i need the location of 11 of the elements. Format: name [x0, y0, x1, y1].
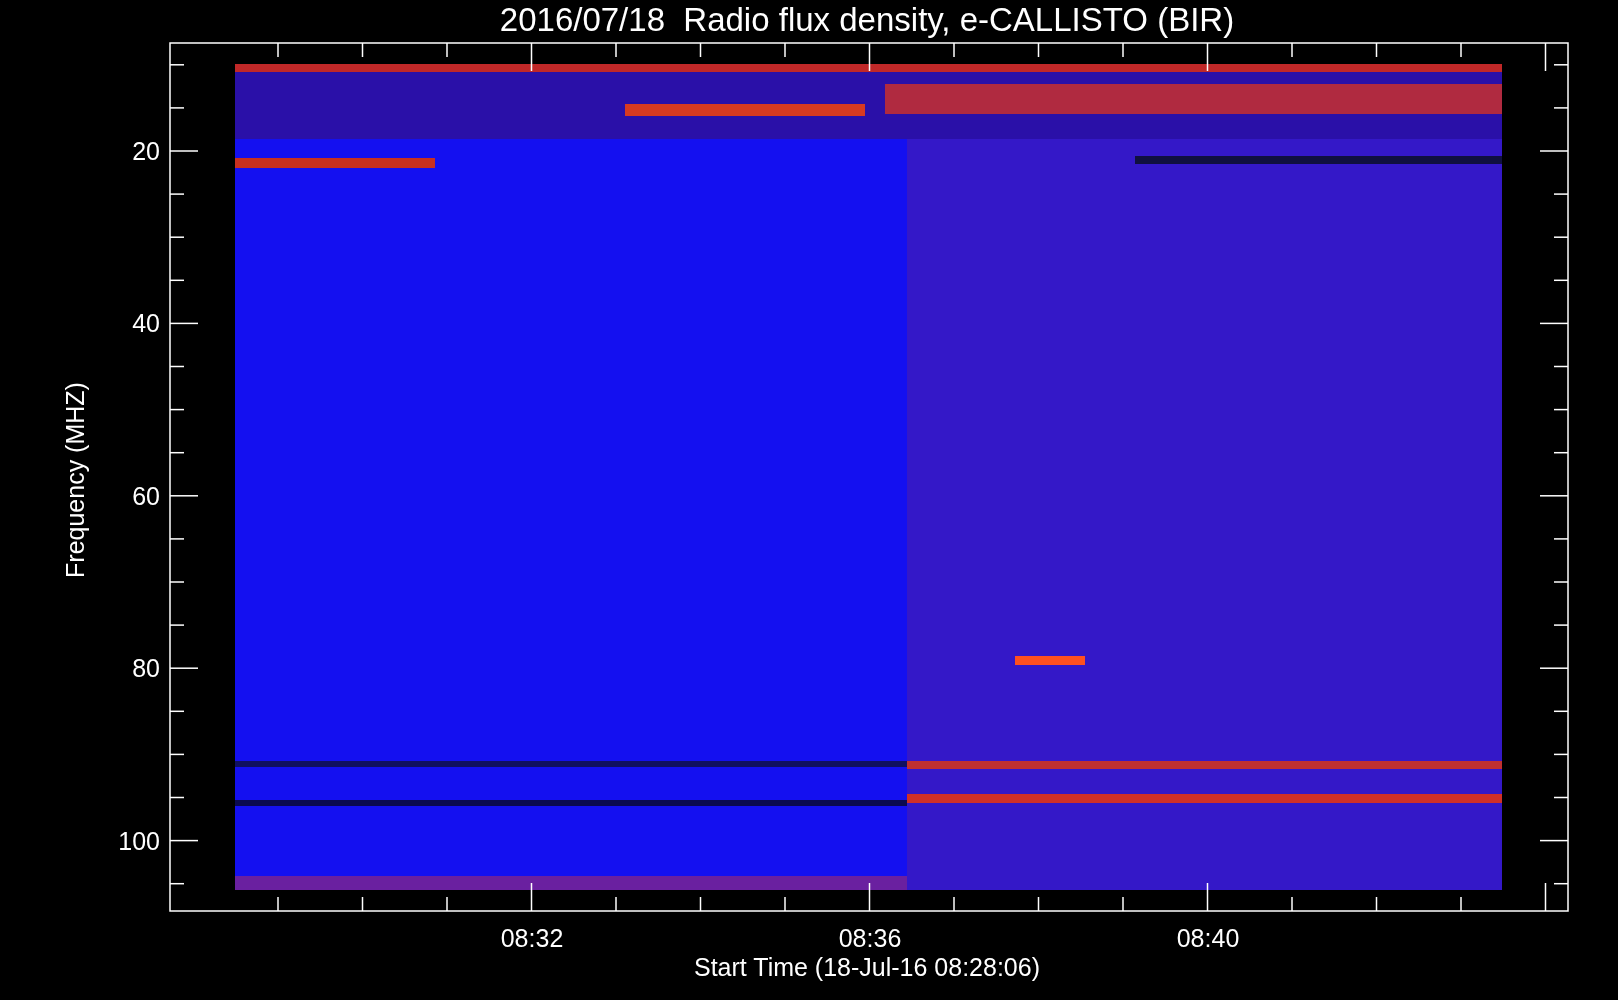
- axis-label: Frequency (MHZ): [61, 382, 89, 578]
- tick-label: 80: [132, 654, 160, 683]
- tick-label: 08:40: [1176, 924, 1240, 952]
- tick-label: 100: [118, 826, 160, 855]
- tick-label: 40: [132, 309, 160, 338]
- tick-label: 60: [132, 481, 160, 510]
- tick-label: 20: [132, 137, 160, 165]
- chart-title: 2016/07/18 Radio flux density, e-CALLISTO (BIR): [499, 1, 1235, 38]
- axis-label: Start Time (18-Jul-16 08:28:06): [694, 953, 1040, 981]
- tick-label: 08:36: [838, 924, 902, 952]
- tick-label: 08:32: [500, 924, 564, 952]
